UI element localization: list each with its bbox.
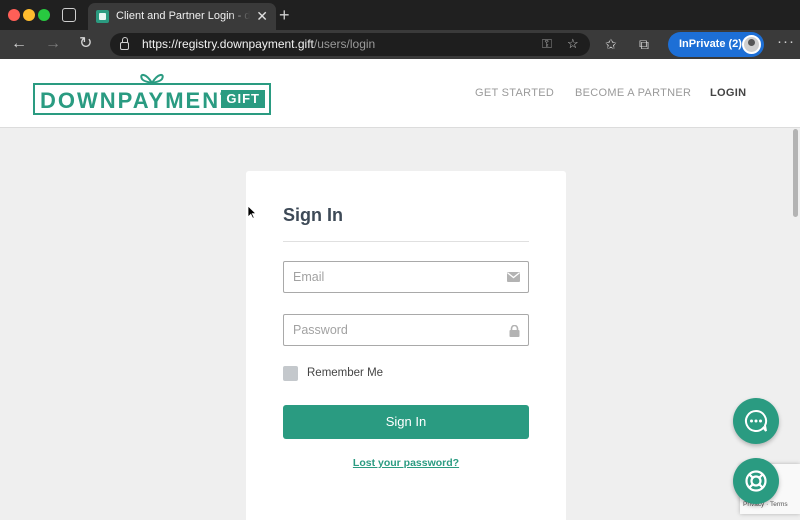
window-minimize-button[interactable] <box>23 9 35 21</box>
envelope-icon <box>507 272 520 282</box>
password-field[interactable]: Password <box>283 314 529 346</box>
browser-tab-bar: Client and Partner Login - downpayment.g… <box>0 0 800 30</box>
site-header: DOWNPAYMENT. GIFT GET STARTED BECOME A P… <box>0 59 800 128</box>
title-divider <box>283 241 529 242</box>
profile-avatar <box>742 35 761 54</box>
nav-get-started[interactable]: GET STARTED <box>475 87 554 99</box>
remember-me-checkbox[interactable] <box>283 366 298 381</box>
lost-password-link[interactable]: Lost your password? <box>246 457 566 469</box>
signin-card: Sign In Email Password Remember Me Sign … <box>246 171 566 520</box>
site-favicon-icon <box>96 10 109 23</box>
more-icon[interactable]: ··· <box>777 33 795 51</box>
favorites-icon[interactable]: ✩ <box>605 35 617 53</box>
inprivate-label: InPrivate (2) <box>679 38 742 50</box>
tab-actions-icon[interactable] <box>62 8 76 22</box>
collections-icon[interactable]: ⧉ <box>639 35 649 53</box>
logo-text: DOWNPAYMENT. <box>40 88 242 113</box>
browser-toolbar: ← → ↻ https://registry.downpayment.gift/… <box>0 30 800 59</box>
nav-login[interactable]: LOGIN <box>710 87 746 99</box>
tab-title: Client and Partner Login - downpayment.g… <box>116 10 250 22</box>
arrow-left-icon[interactable]: ← <box>11 35 27 53</box>
signin-button-label: Sign In <box>385 414 427 429</box>
logo-gift-badge: GIFT <box>221 90 265 108</box>
nav-become-partner[interactable]: BECOME A PARTNER <box>575 87 691 99</box>
lifebuoy-icon <box>745 470 767 492</box>
email-placeholder: Email <box>293 270 325 284</box>
help-button[interactable] <box>733 458 779 504</box>
plus-icon[interactable]: + <box>279 5 290 25</box>
reload-icon[interactable]: ↻ <box>79 35 92 53</box>
window-zoom-button[interactable] <box>38 9 50 21</box>
key-icon[interactable]: ⚿ <box>542 36 552 52</box>
address-bar[interactable]: https://registry.downpayment.gift/users/… <box>110 33 590 56</box>
site-logo[interactable]: DOWNPAYMENT. GIFT <box>33 70 271 116</box>
signin-button[interactable]: Sign In <box>283 405 529 439</box>
browser-tab-active[interactable]: Client and Partner Login - downpayment.g… <box>88 3 276 30</box>
close-icon[interactable]: ✕ <box>256 8 268 24</box>
star-plus-icon[interactable]: ☆ <box>567 36 579 52</box>
email-field[interactable]: Email <box>283 261 529 293</box>
url-path: /users/login <box>313 37 376 51</box>
arrow-right-icon[interactable]: → <box>45 35 61 53</box>
mouse-cursor-icon <box>247 205 257 219</box>
password-placeholder: Password <box>293 323 348 337</box>
logo-frame: DOWNPAYMENT. GIFT <box>33 83 271 115</box>
url-text[interactable]: https://registry.downpayment.gift/users/… <box>142 37 375 51</box>
page-viewport: DOWNPAYMENT. GIFT GET STARTED BECOME A P… <box>0 59 800 520</box>
inprivate-button[interactable]: InPrivate (2) <box>668 32 764 57</box>
chat-button[interactable] <box>733 398 779 444</box>
padlock-icon <box>509 325 520 337</box>
window-close-button[interactable] <box>8 9 20 21</box>
page-scrollbar[interactable] <box>793 129 798 217</box>
remember-me-label[interactable]: Remember Me <box>307 367 383 379</box>
signin-title: Sign In <box>283 205 343 225</box>
lock-icon[interactable] <box>120 37 129 50</box>
url-host: https://registry.downpayment.gift <box>142 37 314 51</box>
chat-bubble-icon <box>745 409 768 432</box>
